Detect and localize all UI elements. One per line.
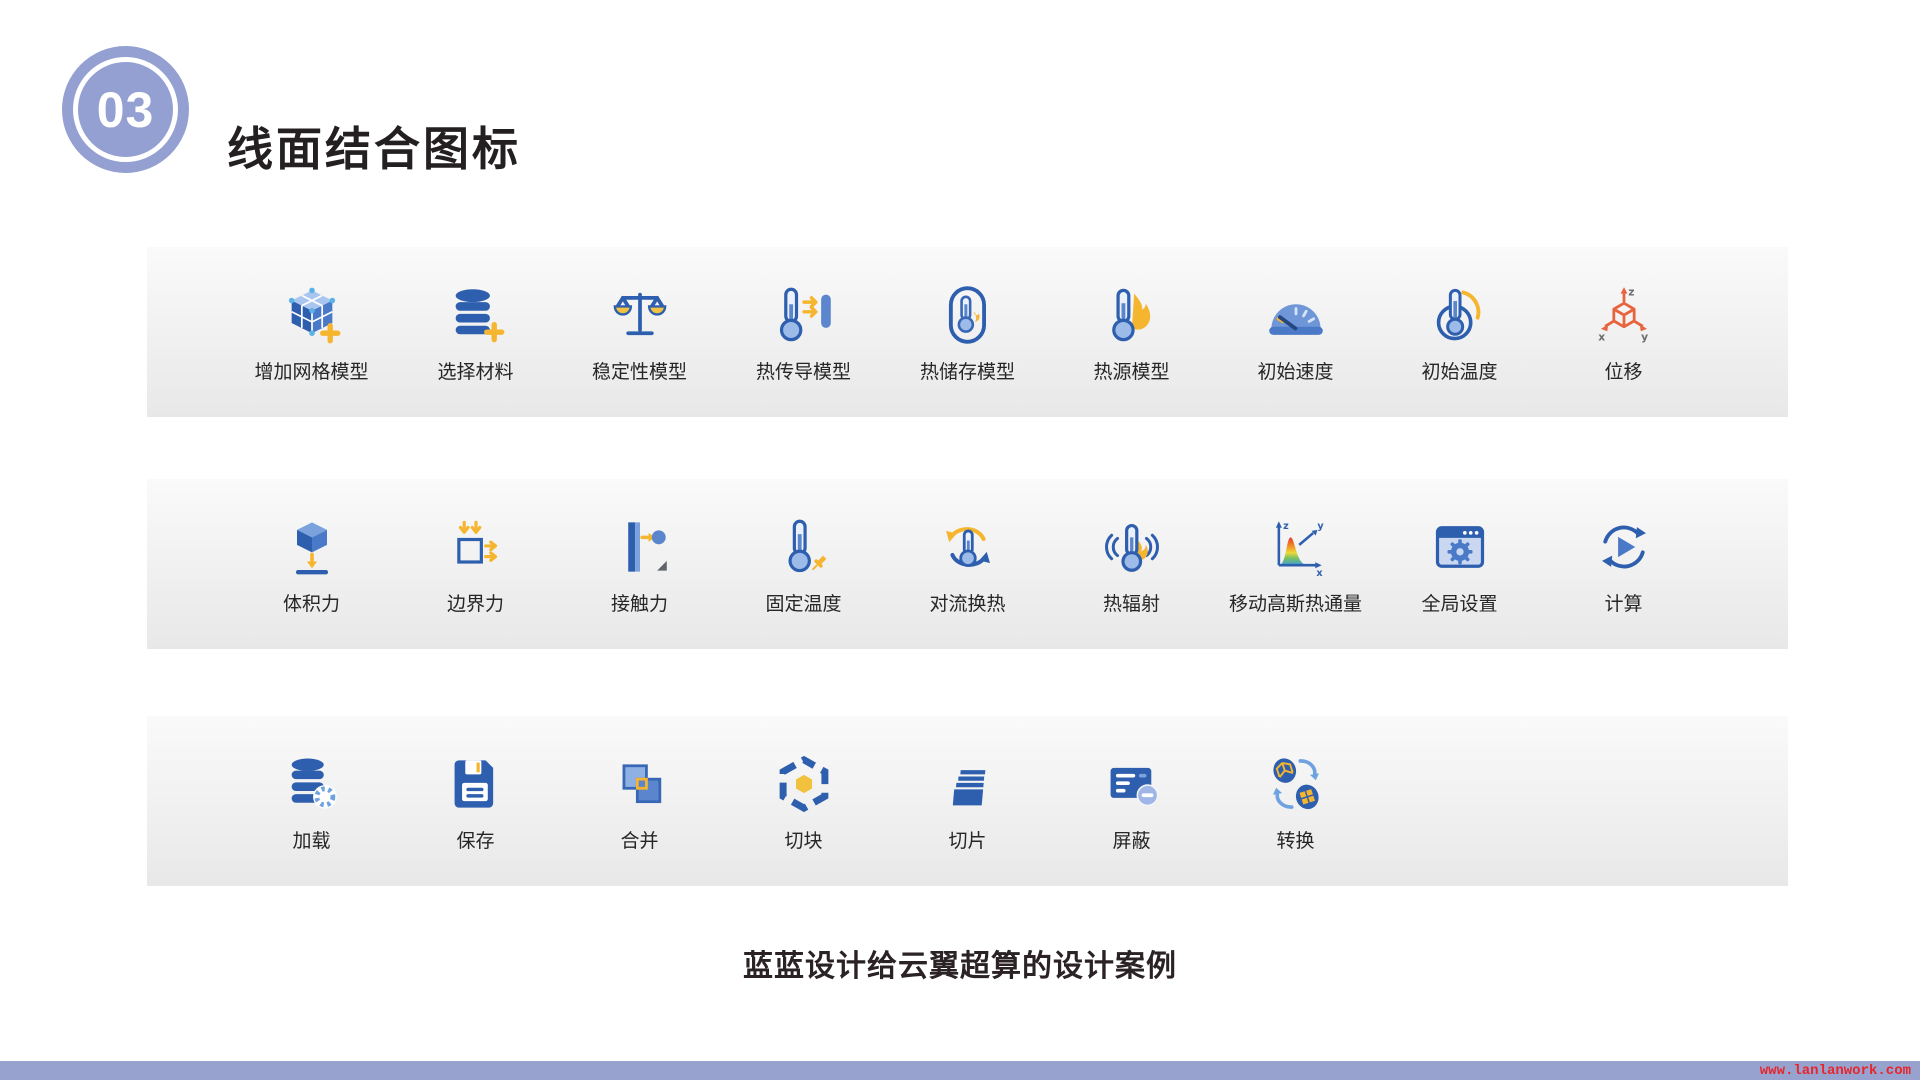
page-title: 线面结合图标 [227,113,521,179]
icon-item-heat-conduction-model: 热传导模型 [722,247,886,417]
icon-label: 保存 [456,826,494,853]
icon-item-load: 加载 [230,716,394,886]
compute-icon [1594,517,1654,577]
stability-model-icon [610,285,670,345]
icon-item-contact-force: 接触力 [558,479,722,649]
icon-item-global-settings: 全局设置 [1378,479,1542,649]
icon-label: 切片 [948,826,986,853]
save-icon [446,754,506,814]
merge-icon [610,754,670,814]
global-settings-icon [1430,517,1490,577]
svg-text:z: z [1283,521,1289,532]
icon-label: 转换 [1276,826,1314,853]
svg-text:z: z [1628,286,1634,299]
bottom-bar: www.lanlanwork.com [0,1061,1920,1080]
icon-label: 热辐射 [1103,589,1160,616]
icon-label: 热传导模型 [756,357,851,384]
icon-label: 边界力 [447,589,504,616]
empty-cell [1542,716,1706,886]
icon-label: 合并 [620,826,658,853]
icon-item-slice: 切片 [886,716,1050,886]
icon-label: 固定温度 [765,589,841,616]
icon-item-mask: 屏蔽 [1050,716,1214,886]
add-mesh-model-icon [282,285,342,345]
initial-temperature-icon [1430,285,1490,345]
icon-item-add-mesh-model: 增加网格模型 [230,247,394,417]
slice-icon [938,754,998,814]
icon-label: 初始速度 [1257,357,1333,384]
section-number: 03 [97,81,155,139]
icon-item-thermal-radiation: 热辐射 [1050,479,1214,649]
convert-icon [1266,754,1326,814]
icon-label: 切块 [784,826,822,853]
svg-text:y: y [1641,331,1648,344]
mask-icon [1102,754,1162,814]
icon-item-volume-force: 体积力 [230,479,394,649]
icon-label: 加载 [292,826,330,853]
icon-band-row-1: 增加网格模型 选择材料 稳定性模型 热传导模型 热储存模型 热源模型 初始速度 … [147,247,1788,417]
icon-item-cut-block: 切块 [722,716,886,886]
website-url: www.lanlanwork.com [1760,1063,1911,1079]
footer-caption: 蓝蓝设计给云翼超算的设计案例 [0,941,1920,985]
icon-item-select-material: 选择材料 [394,247,558,417]
initial-velocity-icon [1266,285,1326,345]
volume-force-icon [282,517,342,577]
icon-item-moving-gaussian-heat-flux: z y x 移动高斯热通量 [1214,479,1378,649]
svg-text:x: x [1598,331,1605,344]
icon-label: 稳定性模型 [592,357,687,384]
icon-item-initial-temperature: 初始温度 [1378,247,1542,417]
load-icon [282,754,342,814]
icon-item-fixed-temperature: 固定温度 [722,479,886,649]
icon-label: 计算 [1604,589,1642,616]
moving-gaussian-heat-flux-icon: z y x [1266,517,1326,577]
icon-label: 热源模型 [1093,357,1169,384]
cut-block-icon [774,754,834,814]
icon-item-initial-velocity: 初始速度 [1214,247,1378,417]
displacement-icon: z x y [1594,285,1654,345]
icon-item-convert: 转换 [1214,716,1378,886]
boundary-force-icon [446,517,506,577]
icon-item-heat-source-model: 热源模型 [1050,247,1214,417]
svg-text:x: x [1316,568,1323,577]
icon-label: 初始温度 [1421,357,1497,384]
icon-label: 接触力 [611,589,668,616]
contact-force-icon [610,517,670,577]
icon-label: 热储存模型 [920,357,1015,384]
fixed-temperature-icon [774,517,834,577]
icon-item-heat-storage-model: 热储存模型 [886,247,1050,417]
icon-item-save: 保存 [394,716,558,886]
heat-storage-model-icon [938,285,998,345]
icon-item-compute: 计算 [1542,479,1706,649]
empty-cell [1378,716,1542,886]
icon-label: 选择材料 [437,357,513,384]
icon-label: 增加网格模型 [254,357,368,384]
select-material-icon [446,285,506,345]
icon-item-boundary-force: 边界力 [394,479,558,649]
section-number-badge: 03 [62,46,189,173]
icon-label: 移动高斯热通量 [1229,589,1362,616]
icon-label: 对流换热 [929,589,1005,616]
icon-label: 全局设置 [1421,589,1497,616]
icon-label: 体积力 [283,589,340,616]
convective-heat-transfer-icon [938,517,998,577]
icon-band-row-3: 加载 保存 合并 切块 切片 屏蔽 转换 [147,716,1788,886]
icon-item-merge: 合并 [558,716,722,886]
icon-item-convective-heat-transfer: 对流换热 [886,479,1050,649]
icon-label: 屏蔽 [1112,826,1150,853]
icon-label: 位移 [1604,357,1642,384]
heat-conduction-model-icon [774,285,834,345]
icon-item-stability-model: 稳定性模型 [558,247,722,417]
icon-band-row-2: 体积力 边界力 接触力 固定温度 对流换热 热辐射 z y x 移动高斯热通量 全局… [147,479,1788,649]
thermal-radiation-icon [1102,517,1162,577]
svg-text:y: y [1317,521,1324,532]
slide: 03 线面结合图标 增加网格模型 选择材料 稳定性模型 热传导模型 热储存模型 … [0,0,1920,1080]
heat-source-model-icon [1102,285,1162,345]
icon-item-displacement: z x y 位移 [1542,247,1706,417]
